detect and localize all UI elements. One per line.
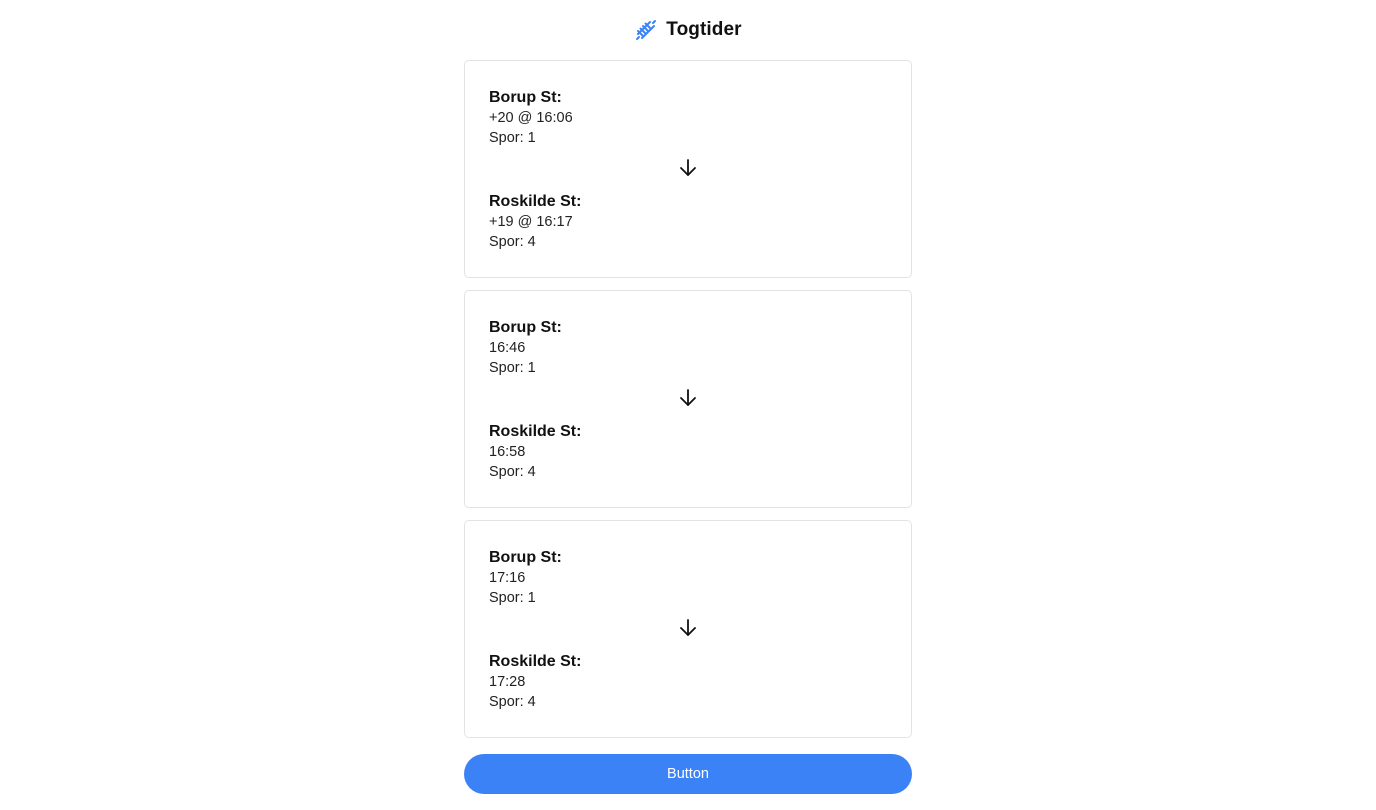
page-title: Togtider <box>666 19 742 40</box>
departure-card: Borup St: +20 @ 16:06 Spor: 1 Roskilde S… <box>464 60 912 278</box>
origin-station: Borup St: <box>489 319 562 336</box>
origin-track: Spor: 1 <box>489 590 536 606</box>
app-header: Togtider <box>0 14 1376 46</box>
destination-track: Spor: 4 <box>489 234 536 250</box>
origin-station: Borup St: <box>489 89 562 106</box>
departure-list: Borup St: +20 @ 16:06 Spor: 1 Roskilde S… <box>464 60 912 750</box>
arrow-down-icon <box>678 388 698 413</box>
destination-track: Spor: 4 <box>489 694 536 710</box>
destination-time: 17:28 <box>489 674 526 690</box>
destination-time: +19 @ 16:17 <box>489 214 573 230</box>
origin-track: Spor: 1 <box>489 360 536 376</box>
arrow-down-icon <box>678 158 698 183</box>
departure-card: Borup St: 17:16 Spor: 1 Roskilde St: 17:… <box>464 520 912 738</box>
origin-time: 17:16 <box>489 570 526 586</box>
primary-button[interactable]: Button <box>464 754 912 794</box>
destination-station: Roskilde St: <box>489 653 582 670</box>
departure-card: Borup St: 16:46 Spor: 1 Roskilde St: 16:… <box>464 290 912 508</box>
origin-track: Spor: 1 <box>489 130 536 146</box>
destination-station: Roskilde St: <box>489 423 582 440</box>
origin-time: +20 @ 16:06 <box>489 110 573 126</box>
destination-track: Spor: 4 <box>489 464 536 480</box>
origin-time: 16:46 <box>489 340 526 356</box>
destination-station: Roskilde St: <box>489 193 582 210</box>
origin-station: Borup St: <box>489 549 562 566</box>
railway-track-icon <box>634 18 658 42</box>
arrow-down-icon <box>678 618 698 643</box>
destination-time: 16:58 <box>489 444 526 460</box>
